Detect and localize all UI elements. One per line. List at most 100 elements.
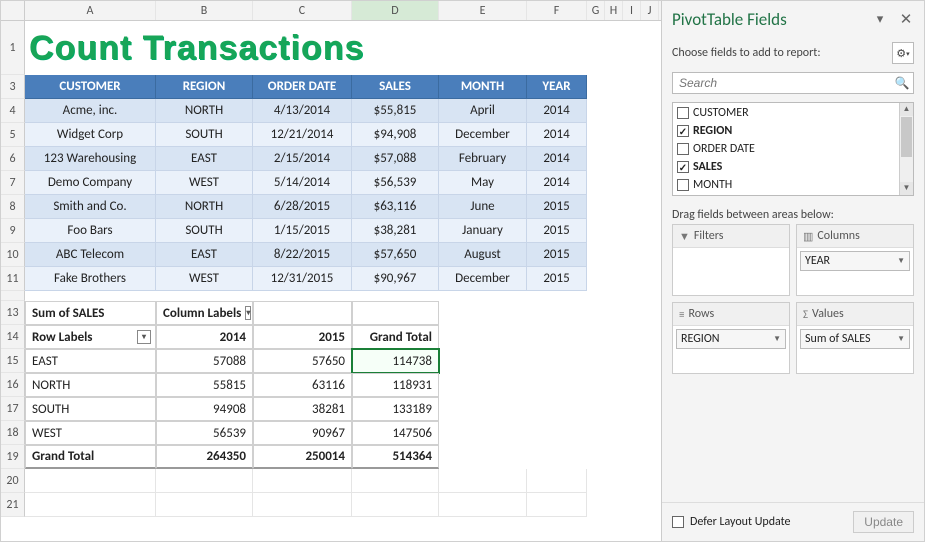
pivot-col-filter-button[interactable]: ▾ (245, 306, 251, 320)
scroll-thumb[interactable] (901, 117, 912, 157)
pivot-cell[interactable]: 133189 (352, 397, 439, 421)
table-cell[interactable]: Demo Company (25, 171, 156, 195)
col-header-C[interactable]: C (253, 1, 352, 20)
field-checkbox[interactable] (677, 143, 689, 155)
table-cell[interactable]: 1/15/2015 (253, 219, 352, 243)
table-cell[interactable]: Fake Brothers (25, 267, 156, 291)
pivot-cell[interactable]: 55815 (156, 373, 253, 397)
pivot-cell[interactable]: 38281 (253, 397, 352, 421)
field-checkbox[interactable] (677, 161, 689, 173)
table-cell[interactable]: $94,908 (352, 123, 439, 147)
row-header[interactable]: 14 (1, 325, 25, 349)
col-header-A[interactable]: A (25, 1, 156, 20)
field-item[interactable]: SALES (673, 158, 899, 176)
field-item[interactable]: REGION (673, 122, 899, 140)
table-cell[interactable]: 2015 (527, 219, 587, 243)
table-cell[interactable]: WEST (156, 171, 253, 195)
row-header[interactable]: 1 (1, 21, 25, 75)
table-cell[interactable]: December (439, 123, 527, 147)
pivot-cell[interactable]: 90967 (253, 421, 352, 445)
table-cell[interactable]: $90,967 (352, 267, 439, 291)
pivot-cell[interactable]: 147506 (352, 421, 439, 445)
pivot-cell[interactable]: 57650 (253, 349, 352, 373)
table-cell[interactable]: 12/21/2014 (253, 123, 352, 147)
pivot-cell[interactable]: 114738 (352, 349, 439, 373)
table-cell[interactable]: 8/22/2015 (253, 243, 352, 267)
table-cell[interactable]: 2015 (527, 195, 587, 219)
update-button[interactable]: Update (853, 511, 914, 533)
columns-tag-year[interactable]: YEAR▼ (800, 251, 910, 271)
row-header[interactable]: 10 (1, 243, 25, 267)
table-cell[interactable]: $63,116 (352, 195, 439, 219)
table-cell[interactable]: 123 Warehousing (25, 147, 156, 171)
table-cell[interactable]: 12/31/2015 (253, 267, 352, 291)
pivot-cell[interactable]: 63116 (253, 373, 352, 397)
close-icon[interactable]: ✕ (898, 12, 914, 28)
table-cell[interactable]: Smith and Co. (25, 195, 156, 219)
table-cell[interactable]: $38,281 (352, 219, 439, 243)
search-input[interactable] (673, 76, 891, 90)
row-header[interactable]: 17 (1, 397, 25, 421)
defer-checkbox[interactable] (672, 516, 684, 528)
table-cell[interactable]: $55,815 (352, 99, 439, 123)
columns-zone[interactable]: ▥Columns YEAR▼ (796, 224, 914, 296)
pivot-cell[interactable]: 118931 (352, 373, 439, 397)
table-cell[interactable]: SOUTH (156, 123, 253, 147)
table-cell[interactable]: 2014 (527, 123, 587, 147)
table-cell[interactable]: NORTH (156, 195, 253, 219)
field-search[interactable]: 🔍 (672, 72, 914, 94)
col-header-B[interactable]: B (156, 1, 253, 20)
select-all-corner[interactable] (1, 1, 25, 20)
row-header[interactable]: 16 (1, 373, 25, 397)
field-item[interactable]: CUSTOMER (673, 104, 899, 122)
row-header[interactable]: 13 (1, 301, 25, 325)
table-cell[interactable]: $57,088 (352, 147, 439, 171)
table-cell[interactable]: ABC Telecom (25, 243, 156, 267)
values-zone[interactable]: ΣValues Sum of SALES▼ (796, 302, 914, 374)
row-header[interactable]: 6 (1, 147, 25, 171)
table-cell[interactable]: SOUTH (156, 219, 253, 243)
row-header[interactable]: 21 (1, 493, 25, 517)
field-list-scrollbar[interactable]: ▲ ▼ (899, 103, 913, 195)
field-checkbox[interactable] (677, 179, 689, 191)
col-header-H[interactable]: H (605, 1, 623, 20)
table-cell[interactable]: $57,650 (352, 243, 439, 267)
row-header[interactable]: 15 (1, 349, 25, 373)
pivot-row-filter-button[interactable]: ▾ (137, 330, 151, 344)
row-header[interactable]: 11 (1, 267, 25, 291)
table-cell[interactable]: January (439, 219, 527, 243)
table-cell[interactable]: Acme, inc. (25, 99, 156, 123)
row-header[interactable]: 4 (1, 99, 25, 123)
row-header[interactable]: 19 (1, 445, 25, 469)
field-checkbox[interactable] (677, 107, 689, 119)
filters-zone[interactable]: ▼Filters (672, 224, 790, 296)
col-header-E[interactable]: E (439, 1, 527, 20)
rows-tag-region[interactable]: REGION▼ (676, 329, 786, 349)
panel-menu-icon[interactable]: ▾ (872, 12, 888, 28)
field-checkbox[interactable] (677, 125, 689, 137)
field-item[interactable]: MONTH (673, 176, 899, 194)
table-cell[interactable]: Foo Bars (25, 219, 156, 243)
pivot-cell[interactable]: 56539 (156, 421, 253, 445)
table-cell[interactable]: April (439, 99, 527, 123)
row-header[interactable]: 5 (1, 123, 25, 147)
row-header[interactable]: 20 (1, 469, 25, 493)
field-list[interactable]: CUSTOMERREGIONORDER DATESALESMONTH (673, 103, 899, 195)
col-header-J[interactable]: J (641, 1, 659, 20)
field-item[interactable]: ORDER DATE (673, 140, 899, 158)
table-cell[interactable]: 4/13/2014 (253, 99, 352, 123)
table-cell[interactable]: NORTH (156, 99, 253, 123)
col-header-I[interactable]: I (623, 1, 641, 20)
scroll-up-icon[interactable]: ▲ (900, 103, 913, 116)
row-header[interactable]: 7 (1, 171, 25, 195)
row-header[interactable]: 8 (1, 195, 25, 219)
table-cell[interactable]: May (439, 171, 527, 195)
pivot-cell[interactable]: 57088 (156, 349, 253, 373)
gear-icon[interactable]: ⚙▾ (892, 42, 914, 64)
rows-zone[interactable]: ≡Rows REGION▼ (672, 302, 790, 374)
col-header-D[interactable]: D (352, 1, 439, 20)
table-cell[interactable]: WEST (156, 267, 253, 291)
pivot-row-label-cell[interactable]: NORTH (25, 373, 156, 397)
table-cell[interactable]: August (439, 243, 527, 267)
values-tag-sum-sales[interactable]: Sum of SALES▼ (800, 329, 910, 349)
